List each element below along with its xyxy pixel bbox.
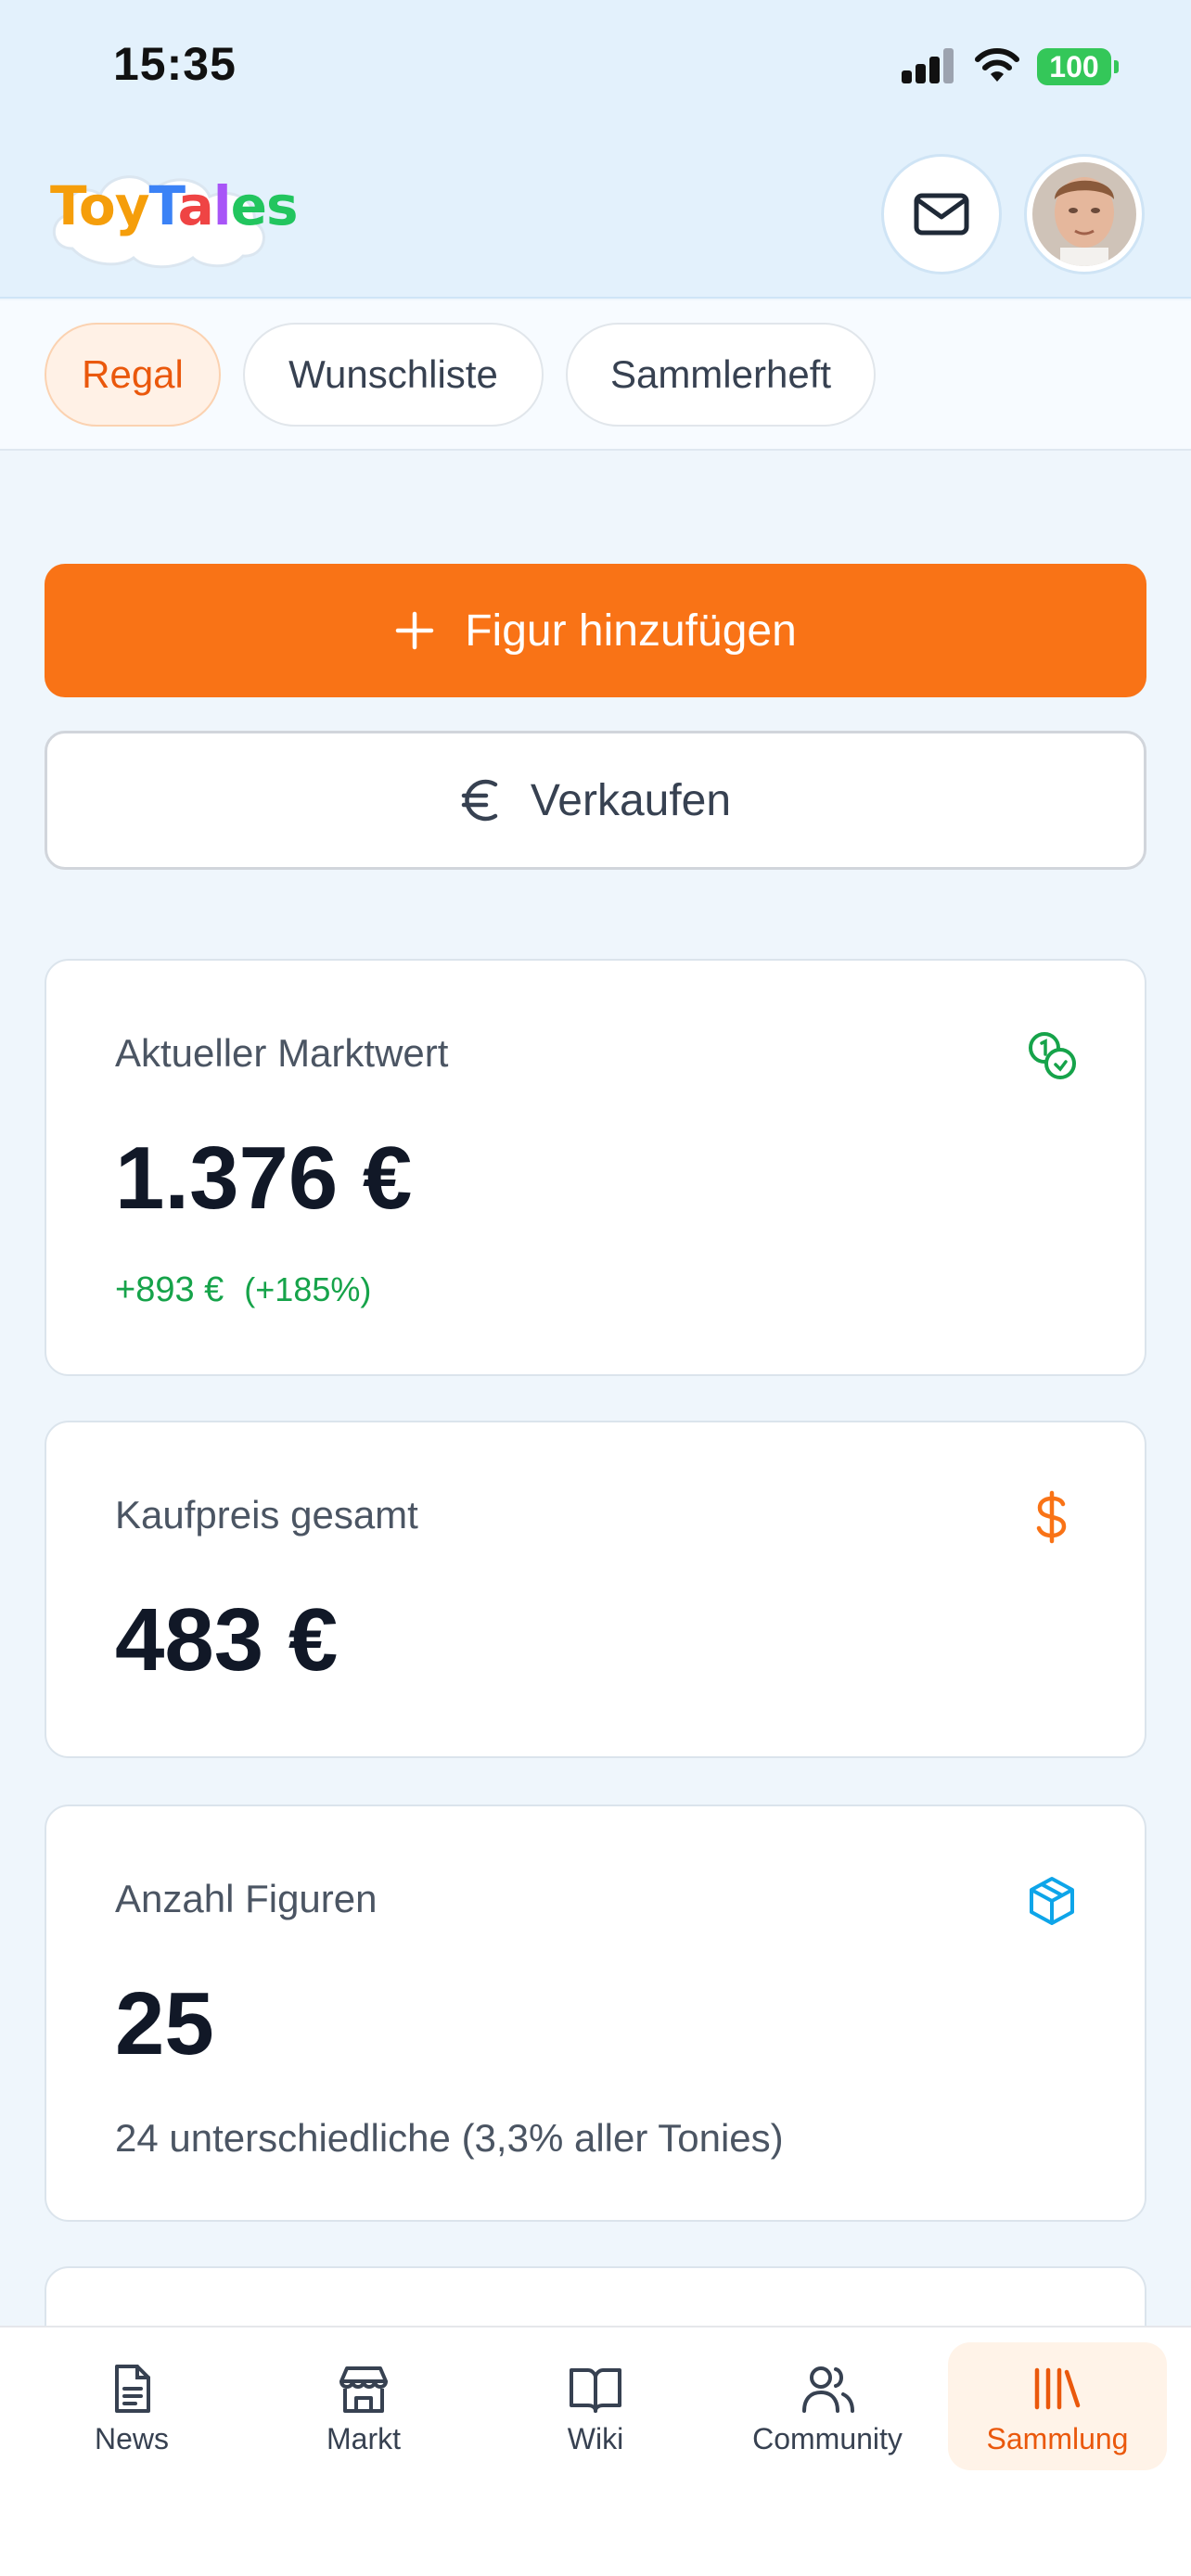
- wifi-icon: [975, 48, 1019, 82]
- market-value-card: Aktueller Marktwert 1.376 € +893 € (+185%…: [45, 959, 1146, 1376]
- nav-markt[interactable]: Markt: [254, 2342, 473, 2470]
- add-figure-button[interactable]: Figur hinzufügen: [45, 564, 1146, 697]
- store-icon: [339, 2366, 388, 2413]
- figure-count-value: 25: [115, 1974, 214, 2073]
- change-percent: (+185%): [244, 1270, 372, 1308]
- change-amount: +893 €: [115, 1270, 224, 1309]
- messages-button[interactable]: [881, 154, 1002, 274]
- segment-tabs: Regal Wunschliste Sammlerheft: [0, 300, 1191, 451]
- logo-text: ToyTales: [50, 174, 299, 237]
- mail-icon: [914, 193, 969, 236]
- figure-count-label: Anzahl Figuren: [115, 1877, 378, 1920]
- figure-count-card: Anzahl Figuren 25 24 unterschiedliche (3…: [45, 1804, 1146, 2222]
- sell-button[interactable]: Verkaufen: [45, 731, 1146, 870]
- profile-button[interactable]: [1024, 154, 1145, 274]
- tab-wunschliste[interactable]: Wunschliste: [243, 323, 544, 427]
- market-value-label: Aktueller Marktwert: [115, 1031, 449, 1075]
- nav-community[interactable]: Community: [718, 2342, 937, 2470]
- news-icon: [115, 2365, 150, 2413]
- library-icon: [1034, 2367, 1081, 2410]
- nav-sammlung[interactable]: Sammlung: [948, 2342, 1167, 2470]
- nav-news[interactable]: News: [22, 2342, 241, 2470]
- bottom-navigation: News Markt Wiki Community Sammlung: [0, 2326, 1191, 2576]
- coins-icon: [1029, 1032, 1076, 1079]
- users-icon: [802, 2366, 854, 2413]
- nav-sammlung-label: Sammlung: [986, 2422, 1129, 2455]
- avatar: [1032, 162, 1136, 266]
- status-bar: 15:35 100: [0, 0, 1191, 139]
- purchase-price-card: Kaufpreis gesamt 483 €: [45, 1421, 1146, 1758]
- tab-sammlerheft[interactable]: Sammlerheft: [566, 323, 876, 427]
- purchase-price-value: 483 €: [115, 1590, 339, 1690]
- nav-news-label: News: [94, 2422, 169, 2455]
- add-figure-label: Figur hinzufügen: [465, 606, 797, 656]
- box-icon: [1030, 1877, 1074, 1925]
- user-avatar-image: [1032, 162, 1136, 266]
- signal-icon: [902, 48, 955, 83]
- status-time: 15:35: [113, 38, 237, 90]
- euro-icon: [460, 777, 501, 823]
- purchase-price-label: Kaufpreis gesamt: [115, 1493, 418, 1537]
- tab-regal[interactable]: Regal: [45, 323, 221, 427]
- toytales-logo[interactable]: ToyTales: [45, 156, 299, 271]
- nav-wiki[interactable]: Wiki: [486, 2342, 705, 2470]
- book-icon: [570, 2368, 621, 2413]
- dollar-icon: [1036, 1490, 1067, 1544]
- top-header: 15:35 100 ToyTales: [0, 0, 1191, 299]
- battery-indicator: 100: [1037, 48, 1119, 85]
- nav-markt-label: Markt: [327, 2422, 401, 2455]
- plus-icon: [394, 610, 435, 651]
- sell-label: Verkaufen: [530, 775, 732, 825]
- nav-wiki-label: Wiki: [567, 2422, 624, 2455]
- nav-community-label: Community: [752, 2422, 903, 2455]
- market-value-change: +893 € (+185%): [115, 1270, 371, 1310]
- figure-count-subtext: 24 unterschiedliche (3,3% aller Tonies): [115, 2116, 784, 2160]
- market-value: 1.376 €: [115, 1129, 413, 1228]
